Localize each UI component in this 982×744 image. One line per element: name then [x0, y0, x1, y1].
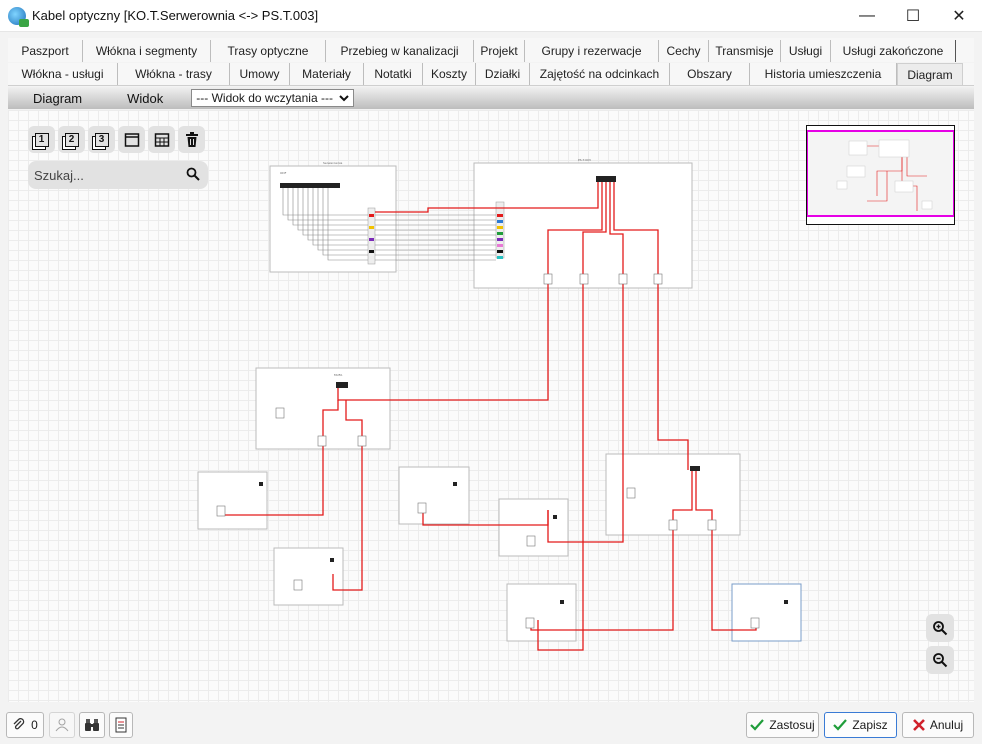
cancel-label: Anuluj [929, 718, 964, 732]
node-ps-5 [506, 583, 577, 642]
zoom-out-button[interactable] [926, 646, 954, 674]
bottom-bar: 0 Zastosuj Zapisz Anuluj [0, 708, 982, 744]
tab-historia-umieszczenia[interactable]: Historia umieszczenia [750, 63, 897, 85]
users-button[interactable] [49, 712, 75, 738]
title-bar: Kabel optyczny [KO.T.Serwerownia <-> PS.… [0, 0, 982, 32]
paperclip-icon [13, 718, 25, 730]
attachments-count: 0 [31, 718, 38, 732]
label-odf: ODF [280, 171, 287, 175]
tab-grupy-i-rezerwacje[interactable]: Grupy i rezerwacje [525, 40, 659, 62]
node-ps-1 [197, 471, 268, 530]
cancel-icon [912, 719, 925, 731]
view-select[interactable]: --- Widok do wczytania --- [191, 89, 354, 107]
save-button[interactable]: Zapisz [824, 712, 897, 738]
tab-paszport[interactable]: Paszport [8, 40, 83, 62]
report-icon [115, 717, 127, 733]
tab-przebieg-w-kanalizacji[interactable]: Przebieg w kanalizacji [326, 40, 474, 62]
tab-diagram[interactable]: Diagram [897, 63, 963, 85]
tab-row-2: Włókna - usługi Włókna - trasy Umowy Mat… [8, 63, 974, 86]
binoculars-button[interactable] [79, 712, 105, 738]
zoom-in-icon [933, 621, 948, 636]
node-ps-6 [731, 583, 802, 642]
attachments-button[interactable]: 0 [6, 712, 44, 738]
view-select-value: --- Widok do wczytania --- [196, 91, 333, 105]
label-ps: PS.T.003 [578, 158, 591, 162]
tab-obszary[interactable]: Obszary [670, 63, 750, 85]
tab-umowy[interactable]: Umowy [230, 63, 290, 85]
users-icon [55, 718, 69, 732]
tab-wlokna-trasy[interactable]: Włókna - trasy [118, 63, 230, 85]
diagram-minimap[interactable] [806, 125, 955, 225]
tab-projekt[interactable]: Projekt [474, 40, 525, 62]
chevron-down-icon [339, 95, 349, 102]
tab-dzialki[interactable]: Działki [476, 63, 530, 85]
node-ps-4 [498, 498, 569, 557]
tab-cechy[interactable]: Cechy [659, 40, 709, 62]
checkmark-icon [833, 719, 848, 731]
node-serwerownia [269, 165, 397, 273]
tab-zajetosc-na-odcinkach[interactable]: Zajętość na odcinkach [530, 63, 670, 85]
close-button[interactable]: ✕ [936, 0, 982, 32]
tab-uslugi-zakonczone[interactable]: Usługi zakończone [831, 40, 956, 62]
subtab-diagram[interactable]: Diagram [8, 91, 107, 106]
tab-materialy[interactable]: Materiały [290, 63, 364, 85]
window-title: Kabel optyczny [KO.T.Serwerownia <-> PS.… [32, 8, 319, 23]
diagram-canvas[interactable]: 1 2 3 Szukaj... Serwerownia PS.T.003 ODF… [8, 110, 974, 702]
tab-notatki[interactable]: Notatki [364, 63, 423, 85]
label-serwerownia: Serwerownia [323, 161, 342, 165]
binoculars-icon [85, 719, 99, 731]
minimize-button[interactable]: — [844, 0, 890, 32]
tab-uslugi[interactable]: Usługi [781, 40, 831, 62]
node-ps-3 [398, 466, 470, 525]
report-button[interactable] [109, 712, 133, 738]
tab-koszty[interactable]: Koszty [423, 63, 476, 85]
subtab-widok[interactable]: Widok [107, 91, 187, 106]
label-mufa: MUFA [334, 373, 343, 377]
checkmark-icon [750, 719, 765, 731]
tab-trasy-optyczne[interactable]: Trasy optyczne [211, 40, 326, 62]
tab-transmisje[interactable]: Transmisje [709, 40, 781, 62]
maximize-button[interactable]: ☐ [890, 0, 936, 32]
apply-label: Zastosuj [769, 718, 815, 732]
save-label: Zapisz [852, 718, 888, 732]
minimap-preview [806, 130, 955, 217]
diagram-subtoolbar: Diagram Widok --- Widok do wczytania --- [8, 87, 974, 109]
cancel-button[interactable]: Anuluj [902, 712, 974, 738]
apply-button[interactable]: Zastosuj [746, 712, 819, 738]
zoom-out-icon [933, 653, 948, 668]
app-icon [8, 6, 29, 27]
tab-wlokna-i-segmenty[interactable]: Włókna i segmenty [83, 40, 211, 62]
zoom-in-button[interactable] [926, 614, 954, 642]
tab-wlokna-uslugi[interactable]: Włókna - usługi [8, 63, 118, 85]
tab-row-1: Paszport Włókna i segmenty Trasy optyczn… [8, 38, 974, 62]
window-controls: — ☐ ✕ [844, 0, 982, 32]
